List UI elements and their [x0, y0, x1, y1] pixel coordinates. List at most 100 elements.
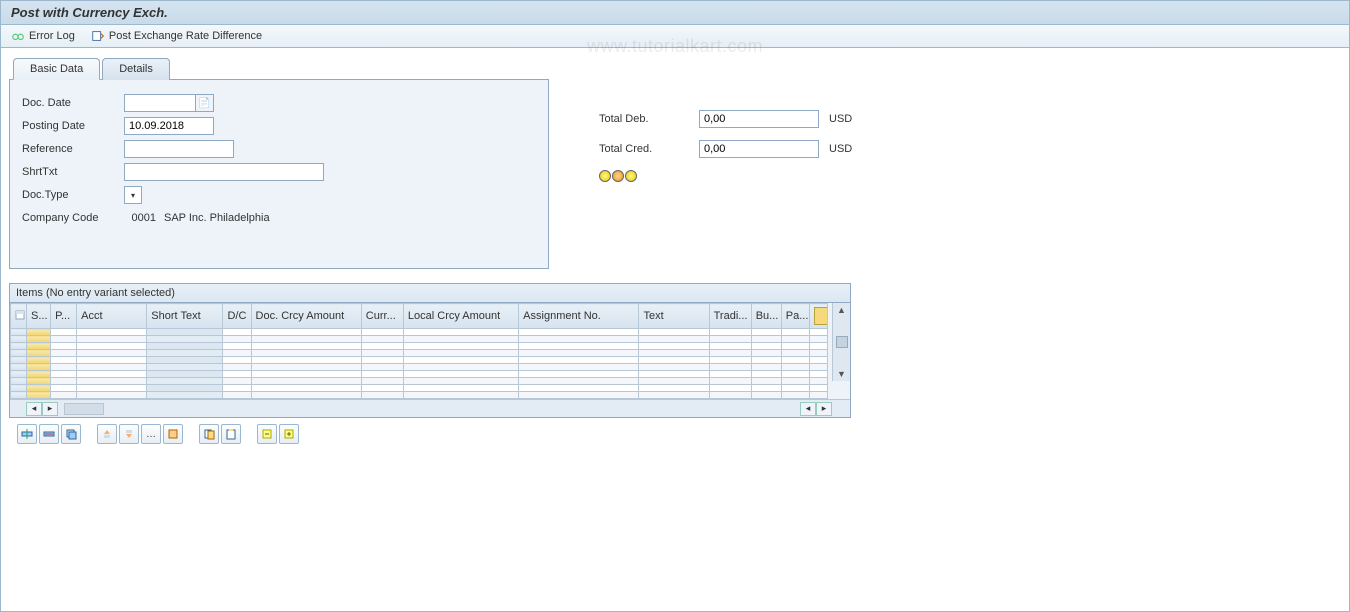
cell[interactable] — [781, 329, 809, 336]
cell[interactable] — [751, 343, 781, 350]
cell[interactable] — [781, 357, 809, 364]
cell[interactable] — [223, 371, 251, 378]
row-handle[interactable] — [27, 392, 51, 399]
calendar-icon[interactable]: 📄 — [196, 94, 214, 112]
reference-input[interactable] — [124, 140, 234, 158]
cell[interactable] — [751, 350, 781, 357]
posting-date-input[interactable] — [124, 117, 214, 135]
cell[interactable] — [519, 343, 639, 350]
cell[interactable] — [361, 336, 403, 343]
find-button[interactable]: … — [141, 424, 161, 444]
cell[interactable] — [361, 364, 403, 371]
cell[interactable] — [223, 378, 251, 385]
cell[interactable] — [709, 350, 751, 357]
table-row[interactable] — [11, 350, 828, 357]
cell[interactable] — [809, 350, 827, 357]
cell[interactable] — [403, 357, 518, 364]
cell[interactable] — [403, 343, 518, 350]
cell[interactable] — [781, 350, 809, 357]
cell[interactable] — [251, 392, 361, 399]
col-bu[interactable]: Bu... — [751, 304, 781, 329]
cell[interactable] — [519, 371, 639, 378]
cell[interactable] — [251, 343, 361, 350]
cell[interactable] — [51, 364, 77, 371]
cell[interactable] — [403, 364, 518, 371]
cell[interactable] — [781, 378, 809, 385]
cell[interactable] — [519, 336, 639, 343]
delete-row-button[interactable] — [39, 424, 59, 444]
items-table[interactable]: S... P... Acct Short Text D/C Doc. Crcy … — [10, 303, 828, 399]
cell[interactable] — [709, 329, 751, 336]
cell[interactable] — [809, 343, 827, 350]
cell[interactable] — [147, 392, 223, 399]
paste-button[interactable] — [221, 424, 241, 444]
cell[interactable] — [223, 336, 251, 343]
col-text[interactable]: Text — [639, 304, 709, 329]
cell[interactable] — [809, 329, 827, 336]
cell[interactable] — [709, 336, 751, 343]
cell[interactable] — [77, 371, 147, 378]
cell[interactable] — [223, 350, 251, 357]
col-p[interactable]: P... — [51, 304, 77, 329]
scroll-thumb[interactable] — [836, 336, 848, 348]
cell[interactable] — [77, 364, 147, 371]
scroll-left-end-icon[interactable]: ◂ — [800, 402, 816, 416]
cell[interactable] — [51, 357, 77, 364]
post-diff-button[interactable]: Post Exchange Rate Difference — [91, 29, 262, 43]
cell[interactable] — [403, 378, 518, 385]
cell[interactable] — [361, 357, 403, 364]
cell[interactable] — [519, 385, 639, 392]
col-doc-crcy-amount[interactable]: Doc. Crcy Amount — [251, 304, 361, 329]
cell[interactable] — [147, 378, 223, 385]
cell[interactable] — [51, 350, 77, 357]
cell[interactable] — [751, 336, 781, 343]
cell[interactable] — [519, 329, 639, 336]
column-config-icon[interactable] — [814, 307, 828, 325]
cell[interactable] — [781, 392, 809, 399]
row-handle[interactable] — [27, 385, 51, 392]
row-handle[interactable] — [27, 329, 51, 336]
cell[interactable] — [51, 343, 77, 350]
cell[interactable] — [51, 385, 77, 392]
cell[interactable] — [519, 378, 639, 385]
cell[interactable] — [403, 371, 518, 378]
cell[interactable] — [639, 371, 709, 378]
filter-button[interactable] — [163, 424, 183, 444]
cell[interactable] — [223, 392, 251, 399]
table-row[interactable] — [11, 336, 828, 343]
table-row[interactable] — [11, 371, 828, 378]
row-handle[interactable] — [27, 336, 51, 343]
table-row[interactable] — [11, 385, 828, 392]
cell[interactable] — [403, 392, 518, 399]
cell[interactable] — [709, 392, 751, 399]
cell[interactable] — [781, 364, 809, 371]
cell[interactable] — [51, 392, 77, 399]
cell[interactable] — [223, 329, 251, 336]
cell[interactable] — [147, 371, 223, 378]
row-handle[interactable] — [27, 364, 51, 371]
cell[interactable] — [751, 385, 781, 392]
cell[interactable] — [361, 378, 403, 385]
cell[interactable] — [639, 378, 709, 385]
row-selector[interactable] — [11, 357, 27, 364]
col-pa[interactable]: Pa... — [781, 304, 809, 329]
vertical-scrollbar[interactable]: ▲ ▼ — [832, 303, 850, 381]
hscroll-track[interactable] — [64, 403, 104, 415]
cell[interactable] — [147, 385, 223, 392]
table-row[interactable] — [11, 378, 828, 385]
col-tradi[interactable]: Tradi... — [709, 304, 751, 329]
cell[interactable] — [519, 357, 639, 364]
cell[interactable] — [519, 364, 639, 371]
row-selector[interactable] — [11, 350, 27, 357]
col-configure[interactable] — [809, 304, 827, 329]
cell[interactable] — [781, 371, 809, 378]
cell[interactable] — [751, 371, 781, 378]
row-selector[interactable] — [11, 392, 27, 399]
cell[interactable] — [147, 364, 223, 371]
shrttxt-input[interactable] — [124, 163, 324, 181]
row-selector[interactable] — [11, 371, 27, 378]
collapse-button[interactable] — [257, 424, 277, 444]
cell[interactable] — [77, 329, 147, 336]
row-handle[interactable] — [27, 371, 51, 378]
cell[interactable] — [639, 385, 709, 392]
